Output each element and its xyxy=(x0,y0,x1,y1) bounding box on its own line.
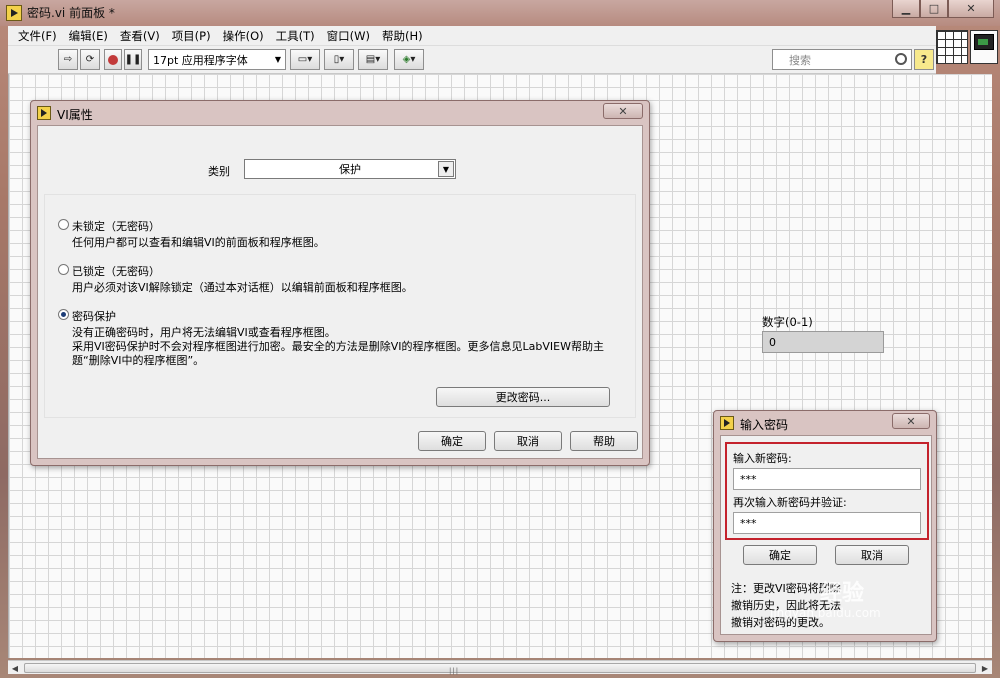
category-select-value: 保护 xyxy=(339,163,361,176)
chevron-down-icon: ▼ xyxy=(274,55,281,64)
ok-button[interactable]: 确定 xyxy=(418,431,486,451)
minimize-button[interactable]: ▁ xyxy=(892,0,920,18)
connector-pane-icon[interactable] xyxy=(936,30,968,64)
align-objects-icon[interactable]: ▭▾ xyxy=(290,49,320,70)
vi-icon-pane[interactable] xyxy=(970,30,998,64)
window-title: 密码.vi 前面板 * xyxy=(27,6,115,20)
window-titlebar: 密码.vi 前面板 * ▁ □ ✕ xyxy=(0,0,1000,26)
resize-objects-icon[interactable]: ▤▾ xyxy=(358,49,388,70)
search-placeholder: 搜索 xyxy=(789,53,811,67)
dialog-titlebar: VI属性 ✕ xyxy=(31,101,649,125)
close-icon[interactable]: ✕ xyxy=(892,413,930,429)
option-unlocked-desc: 任何用户都可以查看和编辑VI的前面板和程序框图。 xyxy=(72,236,325,249)
context-help-button[interactable]: ? xyxy=(914,49,934,70)
numeric-indicator[interactable]: 0 xyxy=(762,331,884,353)
confirm-password-field[interactable]: *** xyxy=(733,512,921,534)
monitor-icon xyxy=(974,34,994,50)
radio-unlocked[interactable] xyxy=(58,219,69,230)
labview-vi-icon xyxy=(720,416,734,430)
cancel-button[interactable]: 取消 xyxy=(835,545,909,565)
font-select-label: 17pt 应用程序字体 xyxy=(153,53,248,67)
scroll-left-icon[interactable]: ◀ xyxy=(8,662,22,674)
menu-bar: 文件(F) 编辑(E) 查看(V) 项目(P) 操作(O) 工具(T) 窗口(W… xyxy=(8,26,936,46)
change-password-button[interactable]: 更改密码... xyxy=(436,387,610,407)
grip-icon: ||| xyxy=(449,667,460,675)
menu-operate[interactable]: 操作(O) xyxy=(217,28,270,44)
search-icon xyxy=(895,53,907,65)
vi-properties-dialog: VI属性 ✕ 类别 保护 ▼ 未锁定（无密码） 任何用户都可以查看和编辑VI的前… xyxy=(30,100,650,466)
menu-window[interactable]: 窗口(W) xyxy=(321,28,376,44)
font-select[interactable]: 17pt 应用程序字体 ▼ xyxy=(148,49,286,70)
menu-help[interactable]: 帮助(H) xyxy=(376,28,429,44)
menu-view[interactable]: 查看(V) xyxy=(114,28,166,44)
category-select[interactable]: 保护 ▼ xyxy=(244,159,456,179)
maximize-button[interactable]: □ xyxy=(920,0,948,18)
radio-locked[interactable] xyxy=(58,264,69,275)
cancel-button[interactable]: 取消 xyxy=(494,431,562,451)
help-button[interactable]: 帮助 xyxy=(570,431,638,451)
menu-tools[interactable]: 工具(T) xyxy=(270,28,321,44)
confirm-password-label: 再次输入新密码并验证: xyxy=(733,496,847,509)
scrollbar-thumb[interactable]: ||| xyxy=(24,663,976,675)
pause-icon[interactable]: ❚❚ xyxy=(124,49,142,70)
menu-project[interactable]: 项目(P) xyxy=(166,28,217,44)
watermark-brand: 经验 xyxy=(820,581,865,606)
close-button[interactable]: ✕ xyxy=(948,0,994,18)
distribute-objects-icon[interactable]: ▯▾ xyxy=(324,49,354,70)
run-arrow-icon[interactable]: ⇨ xyxy=(58,49,78,70)
dialog-body: 类别 保护 ▼ 未锁定（无密码） 任何用户都可以查看和编辑VI的前面板和程序框图… xyxy=(37,125,643,459)
option-password-desc-line3: 题“删除VI中的程序框图”。 xyxy=(72,354,205,367)
option-password-label: 密码保护 xyxy=(72,310,116,323)
radio-password-protected[interactable] xyxy=(58,309,69,320)
window-controls: ▁ □ ✕ xyxy=(892,0,994,18)
option-locked-desc: 用户必须对该VI解除锁定（通过本对话框）以编辑前面板和程序框图。 xyxy=(72,281,413,294)
watermark-url: jingyan.baidu.com xyxy=(770,606,881,620)
menu-file[interactable]: 文件(F) xyxy=(12,28,63,44)
abort-icon[interactable] xyxy=(104,49,122,70)
labview-vi-icon xyxy=(37,106,51,120)
option-unlocked-label: 未锁定（无密码） xyxy=(72,220,160,233)
menu-edit[interactable]: 编辑(E) xyxy=(63,28,114,44)
chevron-down-icon: ▼ xyxy=(438,161,454,177)
new-password-field[interactable]: *** xyxy=(733,468,921,490)
category-label: 类别 xyxy=(208,165,230,178)
run-continuously-icon[interactable]: ⟳ xyxy=(80,49,100,70)
dialog-title: VI属性 xyxy=(57,108,93,122)
new-password-label: 输入新密码: xyxy=(733,452,792,465)
numeric-indicator-label: 数字(0-1) xyxy=(762,315,813,329)
scroll-right-icon[interactable]: ▶ xyxy=(978,662,992,674)
horizontal-scrollbar[interactable]: ◀ ||| ▶ xyxy=(8,660,992,675)
dialog-title: 输入密码 xyxy=(740,418,789,432)
labview-vi-icon xyxy=(6,5,22,21)
context-help-label: ? xyxy=(920,53,928,66)
ok-button[interactable]: 确定 xyxy=(743,545,817,565)
reorder-icon[interactable]: ◈ ▾ xyxy=(394,49,424,70)
search-input[interactable]: 搜索 xyxy=(772,49,912,70)
toolbar: ⇨ ⟳ ❚❚ 17pt 应用程序字体 ▼ ▭▾ ▯▾ ▤▾ ◈ ▾ 搜索 ? xyxy=(8,46,936,74)
dialog-titlebar: 输入密码 ✕ xyxy=(714,411,936,435)
close-icon[interactable]: ✕ xyxy=(603,103,643,119)
option-locked-label: 已锁定（无密码） xyxy=(72,265,160,278)
